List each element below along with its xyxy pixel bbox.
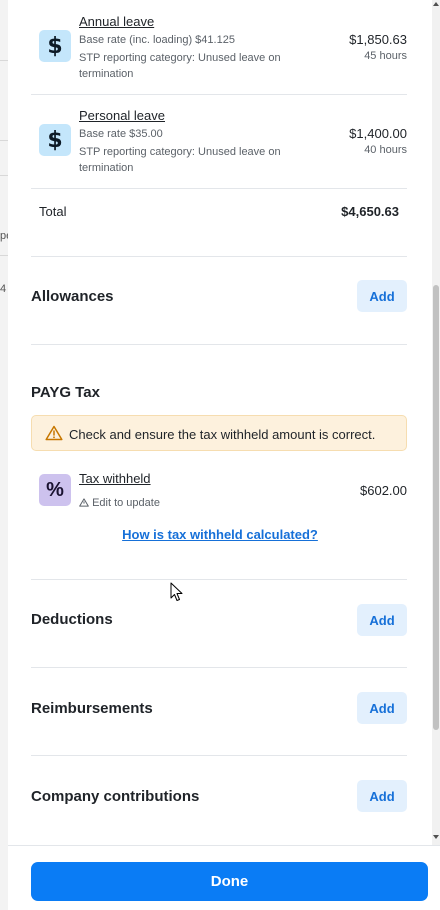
- leave-hours: 45 hours: [364, 50, 407, 62]
- tax-withheld-row[interactable]: % Tax withheld Edit to update $602.00: [31, 464, 407, 520]
- reimbursements-title: Reimbursements: [31, 700, 153, 717]
- leave-rate: Base rate $35.00: [79, 128, 163, 140]
- percent-icon: %: [39, 474, 71, 506]
- tax-withheld-amount: $602.00: [360, 483, 407, 498]
- total-label: Total: [39, 204, 67, 219]
- mouse-pointer-icon: [170, 582, 183, 601]
- leave-stp-category: STP reporting category: Unused leave on …: [79, 146, 281, 174]
- dollar-icon: $: [39, 124, 71, 156]
- leave-amount: $1,850.63: [349, 32, 407, 47]
- leave-amount: $1,400.00: [349, 126, 407, 141]
- leave-item-personal[interactable]: $ Personal leave Base rate $35.00 STP re…: [31, 94, 407, 188]
- deductions-title: Deductions: [31, 611, 113, 628]
- scroll-down-icon[interactable]: [433, 835, 439, 839]
- leave-stp-category: STP reporting category: Unused leave on …: [79, 52, 281, 80]
- leave-name[interactable]: Personal leave: [79, 108, 165, 123]
- scrollbar-thumb[interactable]: [433, 285, 439, 730]
- add-reimbursement-button[interactable]: Add: [357, 692, 407, 724]
- add-allowance-button[interactable]: Add: [357, 280, 407, 312]
- done-button[interactable]: Done: [31, 862, 428, 901]
- divider: [31, 755, 407, 756]
- leave-hours: 40 hours: [364, 144, 407, 156]
- how-tax-calculated-link[interactable]: How is tax withheld calculated?: [8, 527, 432, 542]
- divider: [31, 667, 407, 668]
- background-text: 4: [0, 283, 7, 295]
- tax-withheld-name[interactable]: Tax withheld: [79, 471, 151, 486]
- scroll-up-icon[interactable]: [433, 2, 439, 6]
- scroll-area[interactable]: $ Annual leave Base rate (inc. loading) …: [8, 0, 432, 845]
- tax-hint-text: Edit to update: [92, 497, 160, 509]
- add-company-contribution-button[interactable]: Add: [357, 780, 407, 812]
- warning-icon: [45, 425, 63, 441]
- panel-footer: Done: [8, 845, 440, 910]
- leave-item-annual[interactable]: $ Annual leave Base rate (inc. loading) …: [31, 0, 407, 94]
- payg-tax-title: PAYG Tax: [31, 384, 100, 401]
- total-value: $4,650.63: [341, 204, 399, 219]
- divider: [31, 344, 407, 345]
- alert-text: Check and ensure the tax withheld amount…: [69, 427, 376, 442]
- company-contributions-title: Company contributions: [31, 788, 200, 805]
- divider: [31, 188, 407, 189]
- add-deduction-button[interactable]: Add: [357, 604, 407, 636]
- warning-icon: [79, 498, 89, 507]
- dollar-icon: $: [39, 30, 71, 62]
- divider: [31, 579, 407, 580]
- vertical-scrollbar[interactable]: [432, 0, 440, 845]
- tax-warning-alert: Check and ensure the tax withheld amount…: [31, 415, 407, 451]
- allowances-title: Allowances: [31, 288, 114, 305]
- leave-name[interactable]: Annual leave: [79, 14, 154, 29]
- tax-withheld-hint: Edit to update: [79, 497, 160, 509]
- divider: [31, 256, 407, 257]
- pay-details-panel: $ Annual leave Base rate (inc. loading) …: [8, 0, 440, 910]
- leave-rate: Base rate (inc. loading) $41.125: [79, 34, 235, 46]
